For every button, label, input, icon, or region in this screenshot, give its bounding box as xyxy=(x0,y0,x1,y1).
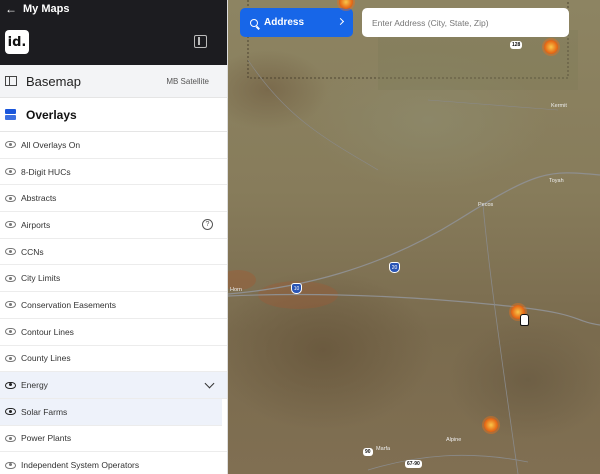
back-label: My Maps xyxy=(23,3,70,15)
road xyxy=(247,59,379,171)
eye-icon[interactable] xyxy=(5,248,16,256)
highway-i20 xyxy=(228,172,600,295)
overlay-label: 8-Digit HUCs xyxy=(21,166,71,177)
map-icon xyxy=(5,76,17,86)
solar-farm-marker[interactable] xyxy=(544,40,558,54)
back-to-my-maps[interactable]: ← My Maps xyxy=(5,2,69,16)
town-label-marfa: Marfa xyxy=(376,446,391,452)
chevron-down-icon[interactable] xyxy=(204,378,215,389)
eye-icon[interactable] xyxy=(5,221,16,229)
overlay-item-ccns[interactable]: CCNs xyxy=(0,239,227,266)
town-label-pecos: Pecos xyxy=(478,202,494,208)
road xyxy=(367,454,529,471)
address-input[interactable] xyxy=(362,8,569,37)
app-logo: id. xyxy=(5,30,29,54)
sidebar: ← My Maps id. Basemap MB Satellite Overl… xyxy=(0,0,228,474)
eye-icon[interactable] xyxy=(5,381,16,389)
overlay-label: All Overlays On xyxy=(21,139,81,150)
town-label-horn: Horn xyxy=(230,287,242,293)
eye-icon[interactable] xyxy=(5,194,16,202)
town-label-alpine: Alpine xyxy=(446,437,462,443)
route-shield: 90 xyxy=(363,448,373,456)
overlay-item-city-limits[interactable]: City Limits xyxy=(0,265,227,293)
layers-icon xyxy=(5,109,16,120)
town-label-toyah: Toyah xyxy=(549,178,564,184)
address-button-label: Address xyxy=(264,17,305,28)
eye-icon[interactable] xyxy=(5,408,16,416)
overlay-item-abstracts[interactable]: Abstracts xyxy=(0,185,227,213)
sidebar-header: ← My Maps id. xyxy=(0,0,227,65)
search-icon xyxy=(250,18,258,27)
road xyxy=(427,99,559,111)
interstate-shield: 20 xyxy=(389,262,400,273)
overlays-header: Overlays xyxy=(0,98,227,132)
collapse-sidebar-icon[interactable] xyxy=(194,35,207,48)
overlays-title: Overlays xyxy=(26,107,77,122)
solar-farm-marker[interactable] xyxy=(484,418,498,432)
overlay-item-8-digit-hucs[interactable]: 8-Digit HUCs xyxy=(0,159,227,186)
arrow-left-icon: ← xyxy=(5,2,17,16)
overlay-item-solar-farms[interactable]: Solar Farms xyxy=(0,398,222,426)
help-icon[interactable]: ? xyxy=(202,219,213,231)
overlay-item-independent-system-operators[interactable]: Independent System Operators xyxy=(0,452,227,474)
chevron-right-icon xyxy=(336,17,345,26)
overlay-item-all-overlays-on[interactable]: All Overlays On xyxy=(0,132,227,159)
route-shield: 67-90 xyxy=(405,460,422,468)
overlay-list: All Overlays On 8-Digit HUCs Abstracts A… xyxy=(0,132,227,474)
map-features xyxy=(228,0,600,474)
eye-icon[interactable] xyxy=(5,274,16,282)
overlay-label: Power Plants xyxy=(21,433,72,444)
basemap-value: MB Satellite xyxy=(166,76,209,86)
overlay-label: Abstracts xyxy=(21,193,57,204)
hand-cursor-icon xyxy=(520,314,529,326)
eye-icon[interactable] xyxy=(5,141,16,149)
satellite-map[interactable]: Address Kermit Pecos Toyah Horn Marfa Al… xyxy=(228,0,600,474)
overlay-item-conservation-easements[interactable]: Conservation Easements xyxy=(0,292,227,319)
overlay-label: CCNs xyxy=(21,246,44,257)
basemap-label: Basemap xyxy=(26,73,81,89)
overlay-item-power-plants[interactable]: Power Plants xyxy=(0,426,227,453)
eye-icon[interactable] xyxy=(5,461,16,469)
farmland-patch xyxy=(378,30,578,90)
basemap-row[interactable]: Basemap MB Satellite xyxy=(0,65,227,98)
overlay-item-airports[interactable]: Airports ? xyxy=(0,212,227,239)
overlay-label: Energy xyxy=(21,380,48,391)
road xyxy=(482,204,519,474)
eye-icon[interactable] xyxy=(5,301,16,309)
overlay-label: City Limits xyxy=(21,273,61,284)
eye-icon[interactable] xyxy=(5,328,16,336)
eye-icon[interactable] xyxy=(5,434,16,442)
overlay-label: Contour Lines xyxy=(21,326,74,337)
route-shield: 128 xyxy=(510,41,523,49)
town-label-kermit: Kermit xyxy=(551,103,567,109)
overlay-label: Airports xyxy=(21,219,51,230)
eye-icon[interactable] xyxy=(5,168,16,176)
overlay-item-county-lines[interactable]: County Lines xyxy=(0,346,227,373)
overlay-label: Solar Farms xyxy=(21,406,68,417)
overlay-label: County Lines xyxy=(21,353,71,364)
overlay-group-energy[interactable]: Energy xyxy=(0,372,227,399)
overlay-label: Conservation Easements xyxy=(21,299,116,310)
overlay-item-contour-lines[interactable]: Contour Lines xyxy=(0,319,227,346)
overlay-label: Independent System Operators xyxy=(21,460,140,471)
interstate-shield: 10 xyxy=(291,283,302,294)
address-search-button[interactable]: Address xyxy=(240,8,353,37)
eye-icon[interactable] xyxy=(5,354,16,362)
